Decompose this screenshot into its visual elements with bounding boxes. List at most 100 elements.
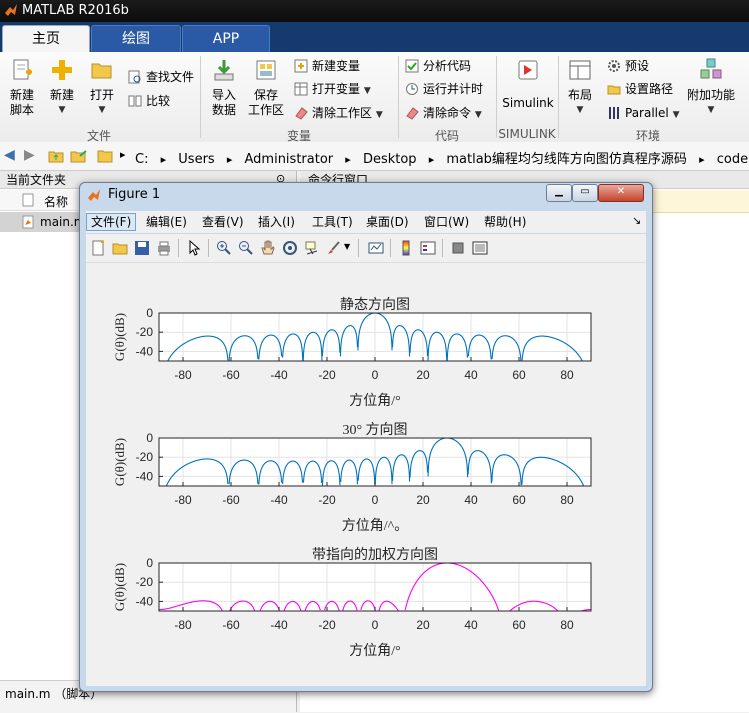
new-script-button[interactable]: 新建 脚本 [4, 58, 40, 118]
x-axis-label: 方位角/° [349, 643, 401, 659]
add-ons-dropdown-icon: ▼ [707, 105, 715, 115]
breadcrumb-chevron-icon: ▸ [160, 153, 167, 166]
x-tick-label: -40 [270, 493, 288, 507]
breadcrumb-item[interactable]: Administrator [245, 152, 334, 167]
open-file-icon[interactable] [112, 240, 128, 256]
import-label-2: 数据 [211, 103, 236, 117]
breadcrumb-item[interactable]: Users [178, 152, 214, 167]
y-axis-label: G(θ)(dB) [112, 313, 127, 361]
run-and-time-button[interactable]: 运行并计时 [405, 80, 483, 98]
menu-help[interactable]: 帮助(H) [480, 213, 530, 231]
data-cursor-icon[interactable] [304, 240, 320, 256]
simulink-icon [518, 60, 538, 80]
eraser-icon [295, 107, 308, 120]
open-variable-button[interactable]: 打开变量 ▼ [294, 80, 371, 98]
tab-plots[interactable]: 绘图 [91, 25, 181, 53]
breadcrumb-item[interactable]: matlab编程均匀线阵方向图仿真程序源码 [446, 152, 687, 167]
x-tick-label: -80 [174, 618, 192, 632]
toolbar-separator [442, 239, 443, 257]
forward-arrow-icon[interactable]: ▶ [24, 147, 35, 163]
x-tick-label: -20 [318, 493, 336, 507]
app-title: MATLAB R2016b [22, 3, 129, 18]
x-tick-label: 20 [416, 493, 430, 507]
open-button[interactable]: 打开 ▼ [84, 58, 120, 118]
layout-icon [569, 60, 591, 80]
add-ons-button[interactable]: 附加功能 ▼ [686, 58, 736, 118]
x-tick-label: 0 [372, 368, 379, 382]
pointer-icon[interactable] [186, 240, 202, 256]
pan-hand-icon[interactable] [260, 240, 276, 256]
x-tick-label: 60 [512, 368, 526, 382]
menu-tools[interactable]: 工具(T) [308, 213, 357, 231]
clear-workspace-label: 清除工作区 [312, 106, 373, 120]
clear-commands-button[interactable]: 清除命令 ▼ [405, 104, 482, 122]
close-button[interactable]: ✕ [598, 184, 644, 202]
import-data-icon [214, 60, 234, 81]
y-tick-label: 0 [146, 306, 153, 320]
parallel-dropdown-icon: ▼ [672, 110, 680, 120]
find-files-icon [128, 70, 141, 84]
toolbar-separator [208, 239, 209, 257]
name-column-header[interactable]: 名称 [44, 193, 68, 210]
preferences-button[interactable]: 预设 [607, 57, 649, 75]
breadcrumb-item[interactable]: Desktop [363, 152, 417, 167]
brush-icon[interactable] [326, 240, 342, 256]
set-path-button[interactable]: 设置路径 [607, 80, 673, 98]
compare-button[interactable]: 比较 [128, 92, 170, 110]
file-column-icon [22, 193, 34, 207]
menu-view[interactable]: 查看(V) [198, 213, 248, 231]
new-button[interactable]: 新建 ▼ [44, 58, 80, 118]
breadcrumb-chevron-icon: ▸ [226, 153, 233, 166]
find-files-button[interactable]: 查找文件 [128, 68, 194, 86]
legend-icon[interactable] [420, 240, 436, 256]
zoom-out-icon[interactable] [238, 240, 254, 256]
menu-file[interactable]: 文件(F) [86, 213, 137, 231]
tab-apps[interactable]: APP [182, 25, 270, 53]
ribbon: 新建 脚本 新建 ▼ 打开 ▼ 查找文件 比较 文件 导入 数据 保存 工作区 … [0, 52, 749, 143]
y-tick-label: -20 [136, 325, 154, 339]
back-arrow-icon[interactable]: ◀ [4, 147, 15, 163]
dock-arrow-icon[interactable]: ↘ [632, 214, 641, 227]
breadcrumb-item[interactable]: C: [135, 152, 148, 167]
matlab-script-icon [22, 215, 34, 229]
rotate-3d-icon[interactable] [282, 240, 298, 256]
print-icon[interactable] [156, 240, 172, 256]
import-data-button[interactable]: 导入 数据 [206, 58, 242, 118]
preferences-label: 预设 [625, 59, 650, 73]
show-plot-tools-icon[interactable] [472, 240, 488, 256]
simulink-button[interactable]: Simulink [500, 58, 556, 111]
zoom-in-icon[interactable] [216, 240, 232, 256]
save-icon[interactable] [134, 240, 150, 256]
clear-workspace-button[interactable]: 清除工作区 ▼ [294, 104, 383, 122]
new-figure-icon[interactable] [90, 240, 106, 256]
run-and-time-label: 运行并计时 [423, 82, 484, 96]
toolbar-separator [178, 239, 179, 257]
analyze-code-button[interactable]: 分析代码 [405, 57, 471, 75]
breadcrumb-item[interactable]: code [717, 152, 748, 167]
parallel-button[interactable]: Parallel ▼ [607, 104, 679, 122]
link-plot-icon[interactable] [368, 240, 384, 256]
y-axis-label: G(θ)(dB) [112, 563, 127, 611]
browse-folder-icon[interactable] [70, 148, 88, 164]
menu-window[interactable]: 窗口(W) [420, 213, 473, 231]
layout-button[interactable]: 布局 ▼ [563, 58, 597, 118]
menu-insert[interactable]: 插入(I) [254, 213, 299, 231]
figure-menu-bar: 文件(F) 编辑(E) 查看(V) 插入(I) 工具(T) 桌面(D) 窗口(W… [86, 211, 646, 233]
hide-plot-tools-icon[interactable] [450, 240, 466, 256]
figure-window[interactable]: Figure 1 ▁ ▭ ✕ 文件(F) 编辑(E) 查看(V) 插入(I) 工… [79, 182, 653, 692]
maximize-button[interactable]: ▭ [572, 184, 598, 202]
new-script-label-2: 脚本 [9, 103, 34, 117]
tab-home[interactable]: 主页 [2, 25, 90, 53]
minimize-button[interactable]: ▁ [546, 184, 572, 202]
breadcrumb-chevron-icon: ▸ [120, 148, 126, 161]
menu-edit[interactable]: 编辑(E) [142, 213, 191, 231]
up-folder-icon[interactable] [48, 148, 64, 164]
brush-dropdown-icon[interactable]: ▼ [344, 242, 350, 251]
save-workspace-button[interactable]: 保存 工作区 [246, 58, 286, 118]
new-label: 新建 [49, 88, 74, 102]
new-variable-label: 新建变量 [312, 59, 361, 73]
menu-desktop[interactable]: 桌面(D) [362, 213, 413, 231]
new-variable-button[interactable]: 新建变量 [294, 57, 360, 75]
chart-title: 30° 方向图 [342, 422, 407, 438]
colorbar-icon[interactable] [398, 240, 414, 256]
